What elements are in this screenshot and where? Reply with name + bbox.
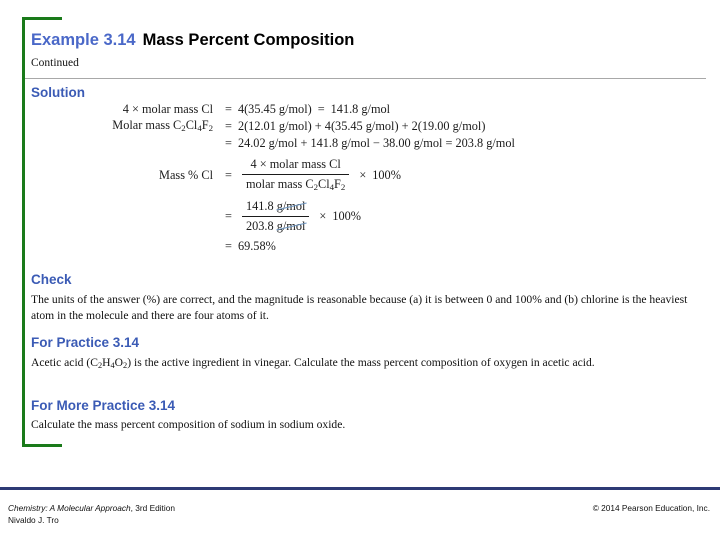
for-practice-text: Acetic acid (C2H4O2) is the active ingre… <box>31 355 656 372</box>
multiply-icon: × <box>259 157 267 172</box>
equation-row-4: Mass % Cl = 4 × molar mass Cl molar mass… <box>95 156 515 193</box>
multiply-icon: × <box>319 209 327 224</box>
page-title: Example 3.14 Mass Percent Composition <box>31 31 354 49</box>
multiply-icon: × <box>131 102 139 116</box>
eq5-den-unit-cancelled: g/mol <box>276 218 306 233</box>
eq6-result: 69.58% <box>237 239 276 254</box>
footer-book-info: Chemistry: A Molecular Approach, 3rd Edi… <box>8 503 175 527</box>
eq4-fraction: 4 × molar mass Cl molar mass C2Cl4F2 <box>241 156 350 194</box>
eq4-equals: = <box>225 167 232 182</box>
equation-1-lhs: 4 × molar mass Cl <box>95 101 219 117</box>
solution-heading: Solution <box>31 85 85 100</box>
eq5-den-value: 203.8 <box>245 218 274 233</box>
example-title-label: Mass Percent Composition <box>142 31 355 49</box>
equation-row-6: = 69.58% <box>95 238 515 254</box>
check-heading: Check <box>31 272 72 287</box>
accent-bar-foot <box>22 444 62 447</box>
footer-divider <box>0 487 720 490</box>
check-text: The units of the answer (%) are correct,… <box>31 293 688 323</box>
eq6-equals: = <box>225 239 232 254</box>
eq4-num-text: molar mass Cl <box>269 157 341 172</box>
footer-author: Nivaldo J. Tro <box>8 514 59 525</box>
accent-bar-left <box>22 17 25 447</box>
eq4-den-mid-1: Cl <box>318 176 330 191</box>
footer-copyright: © 2014 Pearson Education, Inc. <box>592 503 710 513</box>
eq5-denominator: 203.8 g/mol <box>241 215 310 234</box>
eq2-rhs: 2(12.01 g/mol) + 4(35.45 g/mol) + 2(19.0… <box>237 119 486 134</box>
eq5-tail: 100% <box>332 209 362 224</box>
eq1-equals-1: = <box>225 102 232 116</box>
for-practice-heading: For Practice 3.14 <box>31 335 140 350</box>
accent-bar-top <box>22 17 62 20</box>
eq2-mid-1: Cl <box>185 118 198 133</box>
eq1-coefficient: 4 <box>122 102 129 116</box>
practice-text-part-1: Acetic acid (C <box>31 356 98 369</box>
eq5-num-value: 141.8 <box>245 199 274 214</box>
for-more-practice-heading: For More Practice 3.14 <box>31 398 176 413</box>
eq4-denominator: molar mass C2Cl4F2 <box>241 173 350 194</box>
equation-row-1: 4 × molar mass Cl = 4(35.45 g/mol) = 141… <box>95 101 515 117</box>
eq4-num-coefficient: 4 <box>250 157 257 172</box>
practice-text-part-4: ) is the active ingredient in vinegar. C… <box>127 356 595 369</box>
eq4-numerator: 4 × molar mass Cl <box>242 156 349 173</box>
eq3-rhs: 24.02 g/mol + 141.8 g/mol − 38.00 g/mol … <box>237 136 515 151</box>
eq2-sub-3: 2 <box>208 123 213 134</box>
equation-2-lhs: Molar mass C2Cl4F2 <box>95 117 219 135</box>
eq4-lhs: Mass % Cl <box>159 167 213 182</box>
equation-row-5: = 141.8 g/mol 203.8 g/mol × 100% <box>95 198 515 234</box>
eq1-lhs-text: molar mass Cl <box>141 102 213 116</box>
practice-text-part-2: H <box>102 356 111 369</box>
for-more-practice-text: Calculate the mass percent composition o… <box>31 418 346 431</box>
eq5-num-unit-cancelled: g/mol <box>276 199 306 214</box>
eq4-den-text: molar mass C <box>245 176 314 191</box>
eq1-result: 141.8 g/mol <box>330 102 391 116</box>
eq4-den-sub-3: 2 <box>340 181 346 192</box>
example-number-label: Example 3.14 <box>31 31 136 49</box>
math-derivation-block: 4 × molar mass Cl = 4(35.45 g/mol) = 141… <box>95 101 515 255</box>
continued-label: Continued <box>31 57 79 69</box>
eq5-numerator: 141.8 g/mol <box>242 198 309 215</box>
eq2-mid-2: F <box>201 118 209 133</box>
equation-row-3: = 24.02 g/mol + 141.8 g/mol − 38.00 g/mo… <box>95 135 515 151</box>
footer-book-line: Chemistry: A Molecular Approach, 3rd Edi… <box>8 503 175 515</box>
eq2-equals: = <box>225 119 232 134</box>
footer-book-edition: , 3rd Edition <box>130 503 175 513</box>
footer-book-title: Chemistry: A Molecular Approach <box>8 503 131 513</box>
eq4-tail: 100% <box>372 167 401 182</box>
eq3-equals: = <box>225 136 232 151</box>
equation-row-2: Molar mass C2Cl4F2 = 2(12.01 g/mol) + 4(… <box>95 117 515 135</box>
eq4-den-mid-2: F <box>334 176 341 191</box>
eq1-rhs: 4(35.45 g/mol) <box>237 102 312 116</box>
eq2-lhs-text: Molar mass C <box>112 118 182 133</box>
eq5-fraction: 141.8 g/mol 203.8 g/mol <box>241 198 310 234</box>
practice-text-part-3: O <box>114 356 124 369</box>
multiply-icon: × <box>359 167 367 182</box>
eq5-equals: = <box>225 209 232 224</box>
header-divider <box>25 78 706 79</box>
eq1-equals-2: = <box>317 102 325 116</box>
